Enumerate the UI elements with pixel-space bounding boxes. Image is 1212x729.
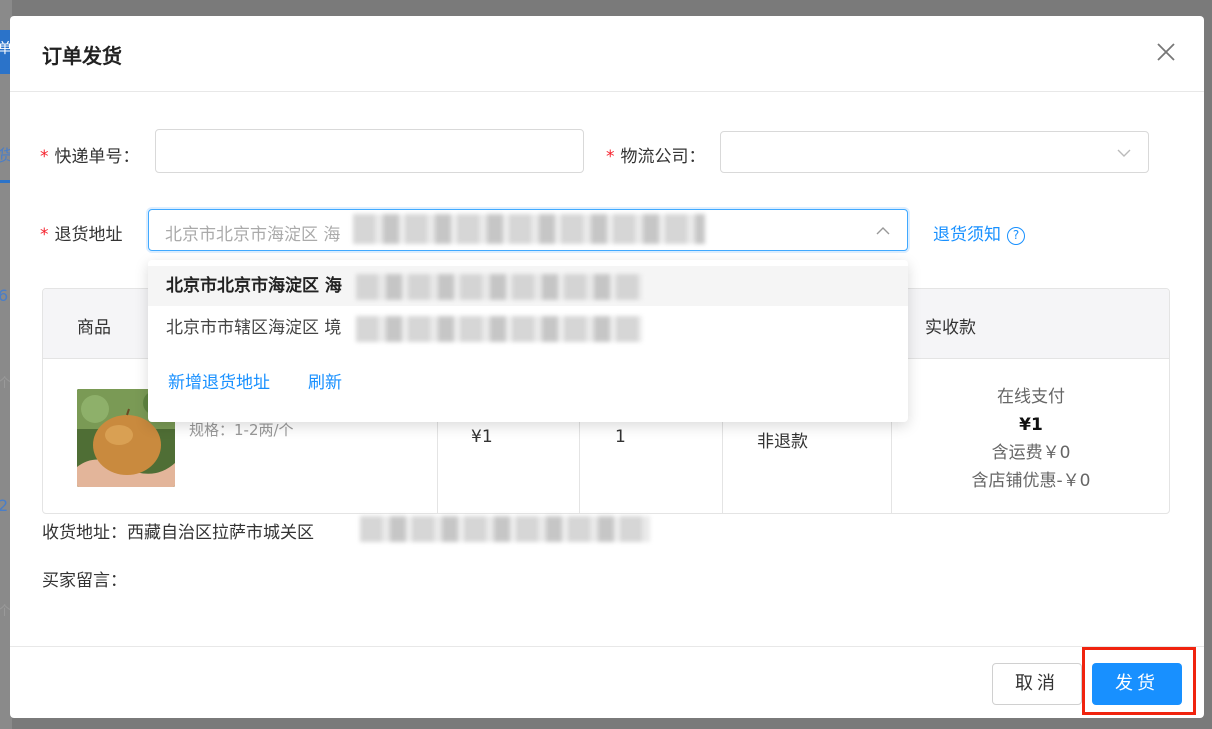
cancel-button[interactable]: 取消 bbox=[992, 663, 1082, 705]
shipping-fee: 含运费￥0 bbox=[991, 443, 1071, 463]
ship-button[interactable]: 发货 bbox=[1092, 663, 1182, 705]
tracking-number-input[interactable] bbox=[155, 129, 584, 173]
order-ship-dialog: 订单发货 * 快递单号： * 物流公司： * 退货地址 北京市北京市海淀区 海 退货须… bbox=[10, 16, 1204, 718]
background-text: 6 bbox=[0, 286, 9, 305]
header-product: 商品 bbox=[77, 318, 111, 338]
header-received: 实收款 bbox=[925, 318, 976, 338]
shop-discount: 含店铺优惠-￥0 bbox=[971, 471, 1091, 491]
cell-refund-status: 非退款 bbox=[757, 432, 808, 452]
chevron-up-icon bbox=[876, 227, 890, 235]
return-notice-link[interactable]: 退货须知? bbox=[933, 220, 1025, 245]
return-address-select[interactable]: 北京市北京市海淀区 海 bbox=[148, 209, 908, 251]
dialog-header: 订单发货 bbox=[10, 16, 1204, 92]
help-icon: ? bbox=[1007, 227, 1025, 245]
product-spec: 规格：1-2两/个 bbox=[189, 421, 294, 439]
add-return-address-link[interactable]: 新增退货地址 bbox=[168, 368, 270, 393]
cell-received-payment: 在线支付 ¥1 含运费￥0 含店铺优惠-￥0 bbox=[891, 383, 1169, 495]
refresh-link[interactable]: 刷新 bbox=[308, 368, 342, 393]
shipping-address-value: 西藏自治区拉萨市城关区 bbox=[127, 523, 314, 543]
close-icon bbox=[1157, 43, 1175, 61]
redacted-text bbox=[356, 316, 642, 342]
return-address-value: 北京市北京市海淀区 海 bbox=[165, 225, 341, 245]
shipping-address-label: 收货地址： bbox=[42, 523, 127, 543]
redacted-text bbox=[353, 214, 705, 244]
cell-quantity: 1 bbox=[615, 427, 626, 447]
carrier-label: * 物流公司： bbox=[606, 147, 706, 167]
required-mark: * bbox=[40, 225, 49, 245]
background-text: 2 bbox=[0, 496, 9, 515]
return-address-dropdown: 北京市北京市海淀区 海 北京市市辖区海淀区 境 新增退货地址 刷新 bbox=[148, 260, 908, 422]
return-address-label: * 退货地址 bbox=[40, 225, 123, 245]
shipping-address: 收货地址：西藏自治区拉萨市城关区 bbox=[42, 518, 314, 543]
payment-method: 在线支付 bbox=[997, 387, 1065, 407]
required-mark: * bbox=[40, 147, 49, 167]
required-mark: * bbox=[606, 147, 615, 167]
cell-price: ¥1 bbox=[471, 427, 493, 447]
redacted-text bbox=[356, 274, 642, 300]
redacted-text bbox=[360, 516, 650, 542]
dialog-footer: 取消 发货 bbox=[10, 646, 1204, 718]
buyer-note-label: 买家留言： bbox=[42, 571, 127, 591]
background-tab-indicator bbox=[0, 180, 10, 183]
dialog-title: 订单发货 bbox=[42, 44, 122, 68]
chevron-down-icon bbox=[1117, 149, 1131, 157]
carrier-select[interactable] bbox=[720, 131, 1149, 173]
tracking-number-label: * 快递单号： bbox=[40, 147, 140, 167]
close-button[interactable] bbox=[1154, 40, 1178, 64]
payment-amount: ¥1 bbox=[1019, 415, 1043, 435]
